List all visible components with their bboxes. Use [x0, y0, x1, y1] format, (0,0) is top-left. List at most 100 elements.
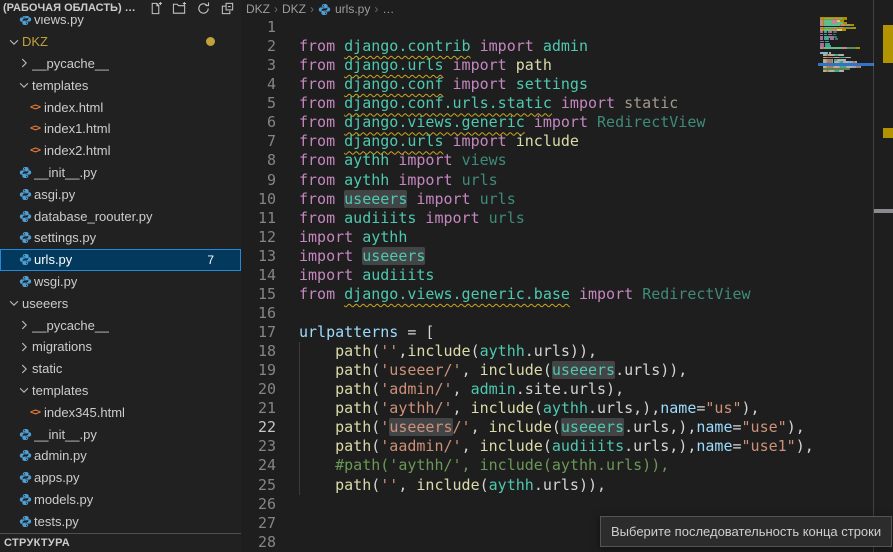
- collapse-all-button[interactable]: [220, 0, 236, 16]
- code-line-20[interactable]: 20 path('admin/', admin.site.urls),: [241, 380, 818, 399]
- indent-guide: [299, 342, 300, 495]
- tree-item-index.html[interactable]: <>index.html: [0, 96, 241, 118]
- code-line-14[interactable]: 14import audiiits: [241, 266, 818, 285]
- code-line-24[interactable]: 24 #path('aythh/', include(aythh.urls)),: [241, 456, 818, 475]
- code-line-22[interactable]: 22 path('useeers/', include(useeers.urls…: [241, 418, 818, 437]
- new-file-button[interactable]: [148, 0, 164, 16]
- code-area[interactable]: 12from django.contrib import admin3from …: [241, 18, 818, 552]
- code-line-15[interactable]: 15from django.views.generic.base import …: [241, 285, 818, 304]
- code-line-2[interactable]: 2from django.contrib import admin: [241, 37, 818, 56]
- tree-item-index1.html[interactable]: <>index1.html: [0, 118, 241, 140]
- overview-ruler-mark: [883, 25, 893, 63]
- code-line-7[interactable]: 7from django.urls import include: [241, 132, 818, 151]
- minimap[interactable]: [818, 0, 874, 552]
- tree-item-migrations[interactable]: migrations: [0, 336, 241, 358]
- line-number: 1: [241, 18, 276, 37]
- code-line-19[interactable]: 19 path('useeer/', include(useeers.urls)…: [241, 361, 818, 380]
- code-line-8[interactable]: 8from aythh import views: [241, 151, 818, 170]
- breadcrumb-item[interactable]: urls.py: [318, 2, 370, 16]
- tree-item-__init__.py[interactable]: __init__.py: [0, 423, 241, 445]
- code-line-12[interactable]: 12import aythh: [241, 228, 818, 247]
- tree-item-templates[interactable]: templates: [0, 380, 241, 402]
- overview-ruler-mark: [874, 209, 893, 213]
- python-icon: [19, 231, 32, 244]
- chevron-down-icon: [17, 383, 31, 397]
- tree-item-urls.py[interactable]: urls.py7: [0, 249, 241, 271]
- line-number: 20: [241, 380, 276, 399]
- breadcrumb-separator: ›: [374, 2, 378, 16]
- code-line-16[interactable]: 16: [241, 304, 818, 323]
- line-number: 9: [241, 171, 276, 190]
- html-icon: <>: [30, 123, 40, 134]
- overview-ruler-mark: [883, 128, 893, 138]
- breadcrumb-item[interactable]: …: [382, 2, 394, 16]
- code-line-10[interactable]: 10from useeers import urls: [241, 190, 818, 209]
- breadcrumb-separator: ›: [274, 2, 278, 16]
- tree-item-__pycache__[interactable]: __pycache__: [0, 314, 241, 336]
- outline-section-header[interactable]: СТРУКТУРА: [0, 533, 241, 552]
- code-line-17[interactable]: 17urlpatterns = [: [241, 323, 818, 342]
- line-number: 28: [241, 533, 276, 552]
- problems-badge: 7: [207, 253, 214, 267]
- line-number: 26: [241, 495, 276, 514]
- tree-item-label: index345.html: [44, 405, 125, 420]
- tree-item-label: asgi.py: [34, 187, 75, 202]
- tree-item-label: settings.py: [34, 230, 96, 245]
- tree-item-index2.html[interactable]: <>index2.html: [0, 140, 241, 162]
- code-line-5[interactable]: 5from django.conf.urls.static import sta…: [241, 94, 818, 113]
- line-number: 3: [241, 56, 276, 75]
- line-number: 19: [241, 361, 276, 380]
- code-line-25[interactable]: 25 path('', include(aythh.urls)),: [241, 476, 818, 495]
- code-line-3[interactable]: 3from django.urls import path: [241, 56, 818, 75]
- line-number: 15: [241, 285, 276, 304]
- line-number: 16: [241, 304, 276, 323]
- tree-item-apps.py[interactable]: apps.py: [0, 467, 241, 489]
- python-icon: [19, 515, 32, 528]
- tree-item-models.py[interactable]: models.py: [0, 489, 241, 511]
- line-number: 11: [241, 209, 276, 228]
- tree-item-useeers[interactable]: useeers: [0, 292, 241, 314]
- code-line-13[interactable]: 13import useeers: [241, 247, 818, 266]
- code-line-1[interactable]: 1: [241, 18, 818, 37]
- code-line-26[interactable]: 26: [241, 495, 818, 514]
- tree-item-label: models.py: [34, 492, 93, 507]
- refresh-button[interactable]: [196, 0, 212, 16]
- breadcrumb-item[interactable]: DKZ: [246, 2, 270, 16]
- breadcrumb-separator: ›: [310, 2, 314, 16]
- python-icon: [19, 210, 32, 223]
- tree-item-tests.py[interactable]: tests.py: [0, 510, 241, 532]
- tree-item-wsgi.py[interactable]: wsgi.py: [0, 271, 241, 293]
- python-icon: [19, 253, 32, 266]
- code-line-9[interactable]: 9from aythh import urls: [241, 171, 818, 190]
- line-number: 4: [241, 75, 276, 94]
- line-number: 2: [241, 37, 276, 56]
- collapse-all-icon: [220, 1, 235, 16]
- line-number: 27: [241, 514, 276, 533]
- tree-item-settings.py[interactable]: settings.py: [0, 227, 241, 249]
- line-number: 8: [241, 151, 276, 170]
- code-line-11[interactable]: 11from audiiits import urls: [241, 209, 818, 228]
- line-number: 24: [241, 456, 276, 475]
- code-line-21[interactable]: 21 path('aythh/', include(aythh.urls,),n…: [241, 399, 818, 418]
- python-icon: [19, 275, 32, 288]
- new-folder-button[interactable]: [172, 0, 188, 16]
- code-line-18[interactable]: 18 path('',include(aythh.urls)),: [241, 342, 818, 361]
- tree-item-__init__.py[interactable]: __init__.py: [0, 162, 241, 184]
- tree-item-database_roouter.py[interactable]: database_roouter.py: [0, 205, 241, 227]
- line-number: 12: [241, 228, 276, 247]
- chevron-right-icon: [17, 318, 31, 332]
- tree-item-DKZ[interactable]: DKZ: [0, 31, 241, 53]
- tree-item-static[interactable]: static: [0, 358, 241, 380]
- tree-item-admin.py[interactable]: admin.py: [0, 445, 241, 467]
- tree-item-index345.html[interactable]: <>index345.html: [0, 401, 241, 423]
- tree-item-templates[interactable]: templates: [0, 74, 241, 96]
- code-line-4[interactable]: 4from django.conf import settings: [241, 75, 818, 94]
- tree-item-__pycache__[interactable]: __pycache__: [0, 53, 241, 75]
- code-line-23[interactable]: 23 path('aadmin/', include(audiiits.urls…: [241, 437, 818, 456]
- python-icon: [19, 166, 32, 179]
- tree-item-asgi.py[interactable]: asgi.py: [0, 183, 241, 205]
- code-line-6[interactable]: 6from django.views.generic import Redire…: [241, 113, 818, 132]
- overview-ruler[interactable]: [873, 0, 893, 552]
- outline-section-label: СТРУКТУРА: [4, 537, 70, 549]
- breadcrumb-item[interactable]: DKZ: [282, 2, 306, 16]
